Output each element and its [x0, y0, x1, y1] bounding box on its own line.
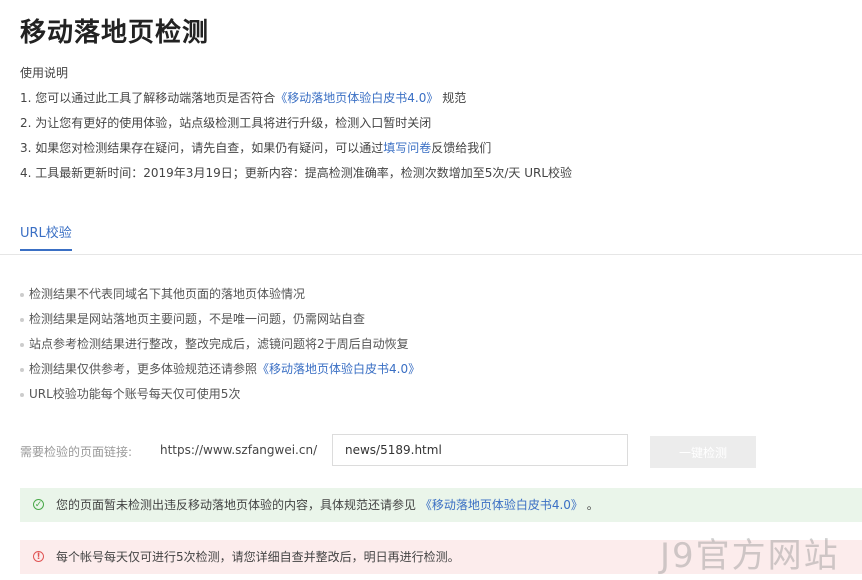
tab-url-check[interactable]: URL校验	[20, 222, 72, 251]
list-item: URL校验功能每个账号每天仅可使用5次	[20, 385, 420, 410]
whitepaper-link[interactable]: 《移动落地页体验白皮书4.0》	[257, 362, 420, 376]
note-text: 检测结果仅供参考，更多体验规范还请参照	[29, 362, 258, 376]
whitepaper-link[interactable]: 《移动落地页体验白皮书4.0》	[420, 498, 583, 512]
error-text: 每个帐号每天仅可进行5次检测，请您详细自查并整改后，明日再进行检测。	[56, 550, 460, 564]
success-suffix: 。	[586, 498, 599, 512]
check-button[interactable]: 一键检测	[650, 436, 756, 468]
bullet-icon	[20, 342, 24, 347]
list-item: 站点参考检测结果进行整改，整改完成后，滤镜问题将2于周后自动恢复	[20, 335, 420, 360]
notes-list: 检测结果不代表同域名下其他页面的落地页体验情况 检测结果是网站落地页主要问题，不…	[20, 285, 420, 410]
note-text: URL校验功能每个账号每天仅可使用5次	[29, 387, 241, 401]
check-circle-icon: ✓	[33, 499, 44, 510]
instruction-line-3-text: 3. 如果您对检测结果存在疑问，请先自查，如果仍有疑问，可以通过	[20, 141, 384, 155]
url-input[interactable]	[332, 434, 628, 466]
instruction-line-3: 3. 如果您对检测结果存在疑问，请先自查，如果仍有疑问，可以通过填写问卷反馈给我…	[20, 139, 572, 164]
url-label: 需要检验的页面链接:	[20, 445, 133, 459]
url-form: 需要检验的页面链接: https://www.szfangwei.cn/ 一键检…	[20, 434, 860, 468]
instructions: 使用说明 1. 您可以通过此工具了解移动端落地页是否符合《移动落地页体验白皮书4…	[20, 64, 572, 189]
instructions-heading: 使用说明	[20, 66, 69, 80]
whitepaper-link[interactable]: 《移动落地页体验白皮书4.0》	[275, 91, 438, 105]
success-message: ✓ 您的页面暂未检测出违反移动落地页体验的内容，具体规范还请参见 《移动落地页体验…	[20, 488, 862, 522]
url-prefix: https://www.szfangwei.cn/	[160, 443, 318, 457]
bullet-icon	[20, 317, 24, 322]
instruction-line-3-suffix: 反馈给我们	[431, 141, 492, 155]
exclamation-circle-icon: !	[33, 551, 44, 562]
note-text: 检测结果不代表同域名下其他页面的落地页体验情况	[29, 287, 306, 301]
instruction-line-1-suffix: 规范	[442, 91, 467, 105]
tab-bar: URL校验	[0, 218, 862, 255]
note-text: 站点参考检测结果进行整改，整改完成后，滤镜问题将2于周后自动恢复	[29, 337, 409, 351]
bullet-icon	[20, 367, 24, 372]
success-text: 您的页面暂未检测出违反移动落地页体验的内容，具体规范还请参见	[56, 498, 417, 512]
page-title: 移动落地页检测	[20, 18, 210, 48]
watermark: J9官方网站	[660, 536, 840, 576]
bullet-icon	[20, 392, 24, 397]
instruction-line-2: 2. 为让您有更好的使用体验，站点级检测工具将进行升级，检测入口暂时关闭	[20, 116, 432, 130]
list-item: 检测结果不代表同域名下其他页面的落地页体验情况	[20, 285, 420, 310]
note-text: 检测结果是网站落地页主要问题，不是唯一问题，仍需网站自查	[29, 312, 366, 326]
bullet-icon	[20, 292, 24, 297]
survey-link[interactable]: 填写问卷	[383, 141, 431, 155]
list-item: 检测结果是网站落地页主要问题，不是唯一问题，仍需网站自查	[20, 310, 420, 335]
list-item: 检测结果仅供参考，更多体验规范还请参照《移动落地页体验白皮书4.0》	[20, 360, 420, 385]
instruction-line-1-text: 1. 您可以通过此工具了解移动端落地页是否符合	[20, 91, 276, 105]
instruction-line-1: 1. 您可以通过此工具了解移动端落地页是否符合《移动落地页体验白皮书4.0》 规…	[20, 89, 572, 114]
instruction-line-4: 4. 工具最新更新时间：2019年3月19日；更新内容：提高检测准确率，检测次数…	[20, 166, 573, 180]
